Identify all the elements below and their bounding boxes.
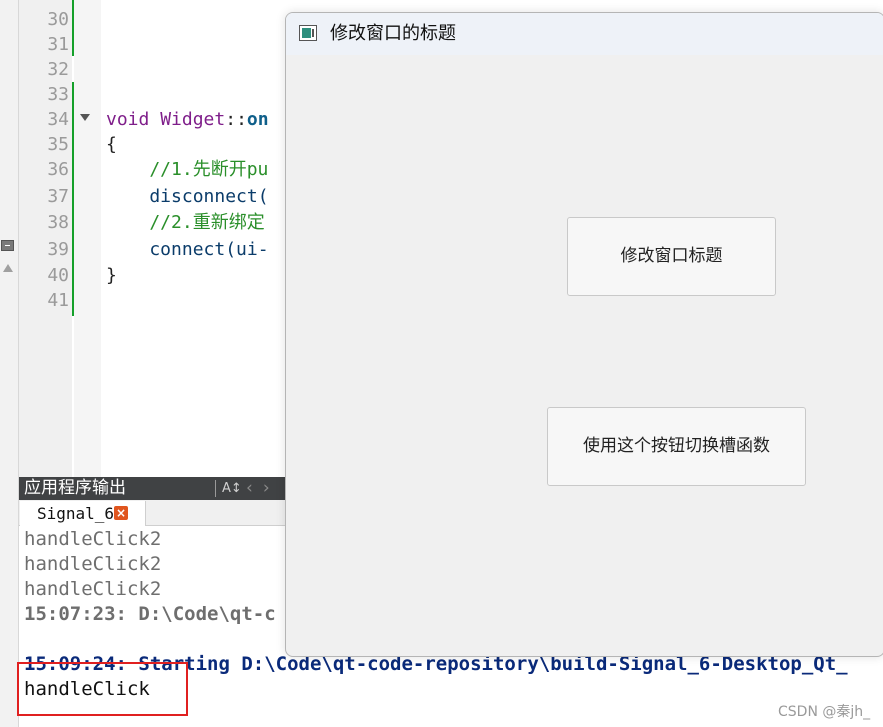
font-size-icon[interactable]: A↕ — [222, 480, 242, 497]
panel-toggle-icon[interactable] — [1, 240, 14, 251]
change-window-title-button[interactable]: 修改窗口标题 — [567, 217, 776, 296]
change-marker — [72, 82, 74, 316]
code-line-40: } — [106, 265, 117, 286]
line-number: 37 — [47, 186, 69, 207]
output-panel-title: 应用程序输出 — [24, 478, 126, 498]
window-titlebar[interactable]: 修改窗口的标题 — [286, 13, 883, 55]
output-line: handleClick2 — [24, 528, 162, 550]
line-number: 30 — [47, 9, 69, 30]
fold-arrow-icon[interactable] — [80, 114, 90, 121]
line-number: 41 — [47, 290, 69, 311]
switch-slot-function-button[interactable]: 使用这个按钮切换槽函数 — [547, 407, 806, 486]
window-title: 修改窗口的标题 — [330, 23, 456, 44]
code-line-38: //2.重新绑定 — [106, 212, 265, 233]
output-line: 15:07:23: D:\Code\qt-c — [24, 603, 276, 625]
left-side-strip — [0, 0, 19, 727]
code-line-35: { — [106, 134, 117, 155]
fold-margin — [74, 0, 101, 477]
code-line-37: disconnect( — [106, 186, 269, 207]
code-line-39: connect(ui- — [106, 239, 269, 260]
watermark-text: CSDN @秦jh_ — [778, 704, 871, 720]
code-keyword: void — [106, 109, 150, 130]
code-scope: :: — [225, 109, 247, 130]
line-number: 34 — [47, 109, 69, 130]
code-function: on — [246, 109, 269, 130]
line-number: 31 — [47, 34, 69, 55]
line-number: 33 — [47, 84, 69, 105]
next-arrow-icon[interactable]: › — [263, 478, 280, 498]
output-tab-label[interactable]: Signal_6 — [37, 503, 114, 524]
close-tab-icon[interactable]: × — [114, 506, 128, 520]
line-number: 35 — [47, 134, 69, 155]
code-line-36: //1.先断开pu — [106, 159, 269, 180]
widget-window: 修改窗口的标题 修改窗口标题 使用这个按钮切换槽函数 — [285, 12, 883, 657]
output-line: handleClick2 — [24, 578, 162, 600]
line-number: 32 — [47, 59, 69, 80]
line-number: 38 — [47, 212, 69, 233]
code-class: Widget — [160, 109, 226, 130]
nav-arrows: ‹› — [246, 478, 280, 499]
change-marker — [72, 0, 74, 56]
line-number: 40 — [47, 265, 69, 286]
line-number: 36 — [47, 159, 69, 180]
scroll-up-arrow-icon[interactable] — [3, 264, 13, 272]
app-window-icon — [299, 25, 317, 41]
line-number: 39 — [47, 239, 69, 260]
prev-arrow-icon[interactable]: ‹ — [246, 478, 263, 498]
highlight-annotation-box — [17, 662, 188, 716]
code-line-34: void Widget::on — [106, 107, 269, 132]
output-line: handleClick2 — [24, 553, 162, 575]
toolbar-divider — [215, 480, 216, 497]
